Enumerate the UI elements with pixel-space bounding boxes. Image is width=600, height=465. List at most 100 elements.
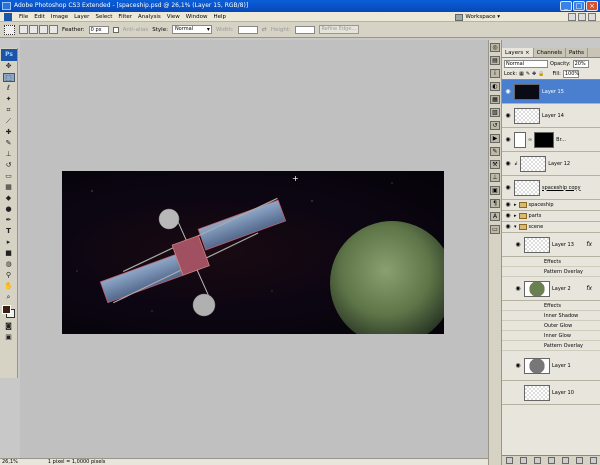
- effects-row[interactable]: Effects: [502, 301, 600, 311]
- foreground-color-swatch[interactable]: [1, 305, 11, 314]
- zoom-tool-icon[interactable]: ⌕: [3, 293, 15, 302]
- visibility-eye-icon[interactable]: ◉: [504, 160, 512, 168]
- info-panel-icon[interactable]: i: [490, 69, 500, 78]
- dodge-tool-icon[interactable]: ●: [3, 205, 15, 214]
- character-panel-icon[interactable]: A: [490, 212, 500, 221]
- layer-row-2[interactable]: ◉ Layer 2 fx: [502, 277, 600, 301]
- healing-brush-icon[interactable]: ✚: [3, 128, 15, 137]
- style-select[interactable]: Normal: [171, 25, 212, 34]
- new-selection-icon[interactable]: [19, 25, 28, 34]
- navigator-panel-icon[interactable]: ◎: [490, 43, 500, 52]
- menu-filter[interactable]: Filter: [115, 14, 135, 20]
- add-selection-icon[interactable]: [29, 25, 38, 34]
- eyedropper-tool-icon[interactable]: ⚲: [3, 271, 15, 280]
- group-row-scene[interactable]: ◉ ▾ scene: [502, 222, 600, 233]
- fx-icon[interactable]: fx: [586, 285, 592, 292]
- menu-window[interactable]: Window: [183, 14, 211, 20]
- expand-arrow-icon[interactable]: ▸: [514, 202, 517, 208]
- color-panel-icon[interactable]: ◐: [490, 82, 500, 91]
- layer-row-spaceship-copy[interactable]: ◉ spaceship copy: [502, 176, 600, 200]
- lock-transparency-icon[interactable]: ▦: [519, 71, 524, 77]
- refine-edge-button[interactable]: Refine Edge...: [318, 25, 359, 34]
- add-mask-icon[interactable]: [533, 457, 541, 464]
- layer-row-13[interactable]: ◉ Layer 13 fx: [502, 233, 600, 257]
- expand-arrow-icon[interactable]: ▸: [514, 213, 517, 219]
- tab-paths[interactable]: Paths: [566, 48, 588, 57]
- fill-input[interactable]: 100%: [562, 70, 579, 78]
- menu-edit[interactable]: Edit: [31, 14, 48, 20]
- marquee-tool-icon[interactable]: ⬚: [2, 73, 15, 82]
- link-layers-icon[interactable]: [505, 457, 513, 464]
- clone-stamp-icon[interactable]: ⊥: [3, 150, 15, 159]
- history-brush-icon[interactable]: ↺: [3, 161, 15, 170]
- doc-restore-icon[interactable]: [578, 13, 586, 21]
- lasso-tool-icon[interactable]: ℓ: [3, 84, 15, 93]
- blend-mode-select[interactable]: Normal: [504, 59, 548, 68]
- menu-image[interactable]: Image: [48, 14, 71, 20]
- slice-tool-icon[interactable]: ⟋: [3, 117, 15, 126]
- layer-row-15[interactable]: ◉ Layer 15: [502, 80, 600, 104]
- delete-layer-icon[interactable]: [589, 457, 597, 464]
- subtract-selection-icon[interactable]: [39, 25, 48, 34]
- blur-tool-icon[interactable]: ◆: [3, 194, 15, 203]
- zoom-level[interactable]: 26,1%: [2, 459, 18, 465]
- new-group-icon[interactable]: [561, 457, 569, 464]
- actions-panel-icon[interactable]: ▶: [490, 134, 500, 143]
- menu-file[interactable]: File: [16, 14, 31, 20]
- pen-tool-icon[interactable]: ✒: [3, 216, 15, 225]
- hand-tool-icon[interactable]: ✋: [3, 282, 15, 291]
- visibility-eye-icon[interactable]: [514, 389, 522, 397]
- effects-row[interactable]: Effects: [502, 257, 600, 267]
- styles-panel-icon[interactable]: ▧: [490, 108, 500, 117]
- effect-inner-shadow[interactable]: Inner Shadow: [502, 311, 600, 321]
- type-tool-icon[interactable]: T: [3, 227, 15, 236]
- brush-tool-icon[interactable]: ✎: [3, 139, 15, 148]
- visibility-eye-icon[interactable]: ◉: [504, 184, 512, 192]
- ps-menu-icon[interactable]: [4, 12, 12, 21]
- crop-tool-icon[interactable]: ⌗: [3, 106, 15, 115]
- visibility-eye-icon[interactable]: ◉: [504, 136, 512, 144]
- lock-all-icon[interactable]: 🔒: [538, 71, 544, 77]
- add-style-icon[interactable]: [519, 457, 527, 464]
- width-input[interactable]: [237, 25, 258, 34]
- swatches-panel-icon[interactable]: ▦: [490, 95, 500, 104]
- layer-row-1[interactable]: ◉ Layer 1: [502, 351, 600, 381]
- effect-outer-glow[interactable]: Outer Glow: [502, 321, 600, 331]
- visibility-eye-icon[interactable]: ◉: [514, 285, 522, 293]
- color-swatches[interactable]: [1, 305, 17, 319]
- tool-presets-panel-icon[interactable]: ⚒: [490, 160, 500, 169]
- fx-icon[interactable]: fx: [586, 241, 592, 248]
- visibility-eye-icon[interactable]: ◉: [504, 212, 512, 220]
- collapse-arrow-icon[interactable]: ▾: [514, 224, 517, 230]
- menu-analysis[interactable]: Analysis: [135, 14, 164, 20]
- path-selection-icon[interactable]: ▸: [3, 238, 15, 247]
- layer-row-adjustment[interactable]: ◉ ∞ Br...: [502, 128, 600, 152]
- workspace-switcher[interactable]: Workspace ▾: [455, 12, 500, 22]
- maximize-button[interactable]: □: [573, 1, 585, 11]
- histogram-panel-icon[interactable]: ▤: [490, 56, 500, 65]
- layer-row-12[interactable]: ◉ ↲ Layer 12: [502, 152, 600, 176]
- doc-close-icon[interactable]: [588, 13, 596, 21]
- marquee-tool-preset-icon[interactable]: [4, 24, 15, 35]
- 3d-tool-icon[interactable]: ◍: [3, 260, 15, 269]
- swap-dimensions-icon[interactable]: ⇄: [262, 26, 267, 33]
- shape-tool-icon[interactable]: ■: [3, 249, 15, 258]
- close-button[interactable]: ×: [586, 1, 598, 11]
- intersect-selection-icon[interactable]: [49, 25, 58, 34]
- tab-layers[interactable]: Layers ×: [502, 48, 534, 57]
- lock-image-icon[interactable]: ✎: [526, 71, 530, 77]
- effect-pattern-overlay[interactable]: Pattern Overlay: [502, 267, 600, 277]
- document-canvas[interactable]: [62, 171, 444, 334]
- minimize-button[interactable]: _: [560, 1, 572, 11]
- antialias-checkbox[interactable]: [112, 26, 119, 33]
- menu-select[interactable]: Select: [92, 14, 115, 20]
- lock-position-icon[interactable]: ✥: [532, 71, 536, 77]
- brushes-panel-icon[interactable]: ✎: [490, 147, 500, 156]
- group-row-parts[interactable]: ◉ ▸ parts: [502, 211, 600, 222]
- animation-panel-icon[interactable]: ▭: [490, 225, 500, 234]
- group-row-spaceship[interactable]: ◉ ▸ spaceship: [502, 200, 600, 211]
- history-panel-icon[interactable]: ↺: [490, 121, 500, 130]
- opacity-input[interactable]: 20%: [572, 59, 589, 68]
- new-layer-icon[interactable]: [575, 457, 583, 464]
- gradient-tool-icon[interactable]: ▦: [3, 183, 15, 192]
